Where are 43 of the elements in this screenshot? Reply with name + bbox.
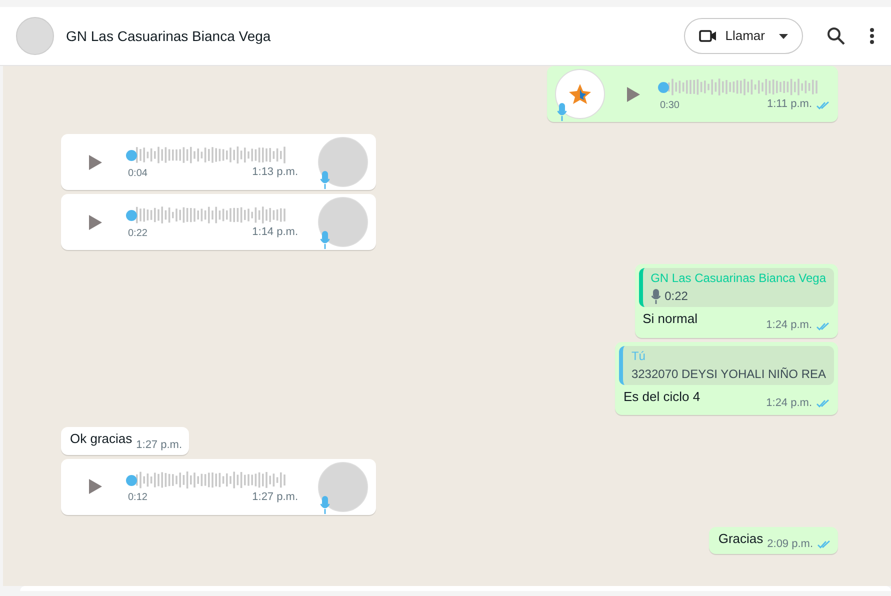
quoted-text: 0:22 — [664, 289, 688, 304]
chat-title[interactable]: GN Las Casuarinas Bianca Vega — [66, 26, 271, 46]
message-time: 1:13 p.m. — [252, 166, 298, 180]
message-text: Gracias — [718, 530, 764, 548]
voice-duration: 0:22 — [128, 228, 148, 240]
message-time: 1:27 p.m. — [136, 438, 182, 452]
message-time: 1:24 p.m. — [766, 397, 812, 410]
quoted-text: 3232070 DEYSI YOHALI NIÑO REA — [631, 366, 826, 382]
menu-icon[interactable] — [869, 28, 875, 44]
play-icon[interactable] — [89, 214, 102, 230]
microphone-icon — [320, 171, 330, 189]
playback-thumb[interactable] — [126, 475, 137, 486]
microphone-icon — [320, 231, 330, 249]
voice-duration: 0:04 — [128, 168, 148, 180]
playback-thumb[interactable] — [126, 210, 137, 222]
microphone-icon — [320, 496, 330, 514]
message-time: 1:27 p.m. — [252, 491, 298, 504]
photo-placeholder — [318, 197, 368, 247]
photo-placeholder — [318, 137, 368, 187]
quoted-sender: GN Las Casuarinas Bianca Vega — [650, 271, 826, 286]
voice-duration: 0:30 — [660, 100, 680, 112]
message-text: Es del ciclo 4 — [623, 388, 700, 406]
message-time: 1:24 p.m. — [766, 319, 812, 333]
call-button[interactable]: Llamar — [684, 18, 803, 54]
play-icon[interactable] — [89, 154, 102, 170]
voice-duration: 0:12 — [128, 492, 148, 504]
video-camera-icon — [699, 30, 718, 42]
photo-placeholder — [318, 462, 368, 512]
microphone-icon — [557, 103, 567, 121]
message-time: 2:09 p.m. — [767, 538, 813, 552]
playback-thumb[interactable] — [658, 82, 669, 94]
caret-icon — [779, 34, 788, 38]
play-icon[interactable] — [89, 479, 102, 494]
message-text: Ok gracias — [70, 431, 132, 448]
quoted-sender: Tú — [631, 348, 646, 364]
microphone-icon — [650, 289, 661, 304]
message-time: 1:14 p.m. — [252, 226, 298, 240]
star-logo-icon — [569, 84, 591, 104]
message-text: Si normal — [642, 311, 698, 328]
search-icon[interactable] — [827, 27, 845, 45]
playback-thumb[interactable] — [126, 150, 137, 162]
play-icon[interactable] — [627, 86, 640, 102]
message-time: 1:11 p.m. — [766, 98, 812, 112]
